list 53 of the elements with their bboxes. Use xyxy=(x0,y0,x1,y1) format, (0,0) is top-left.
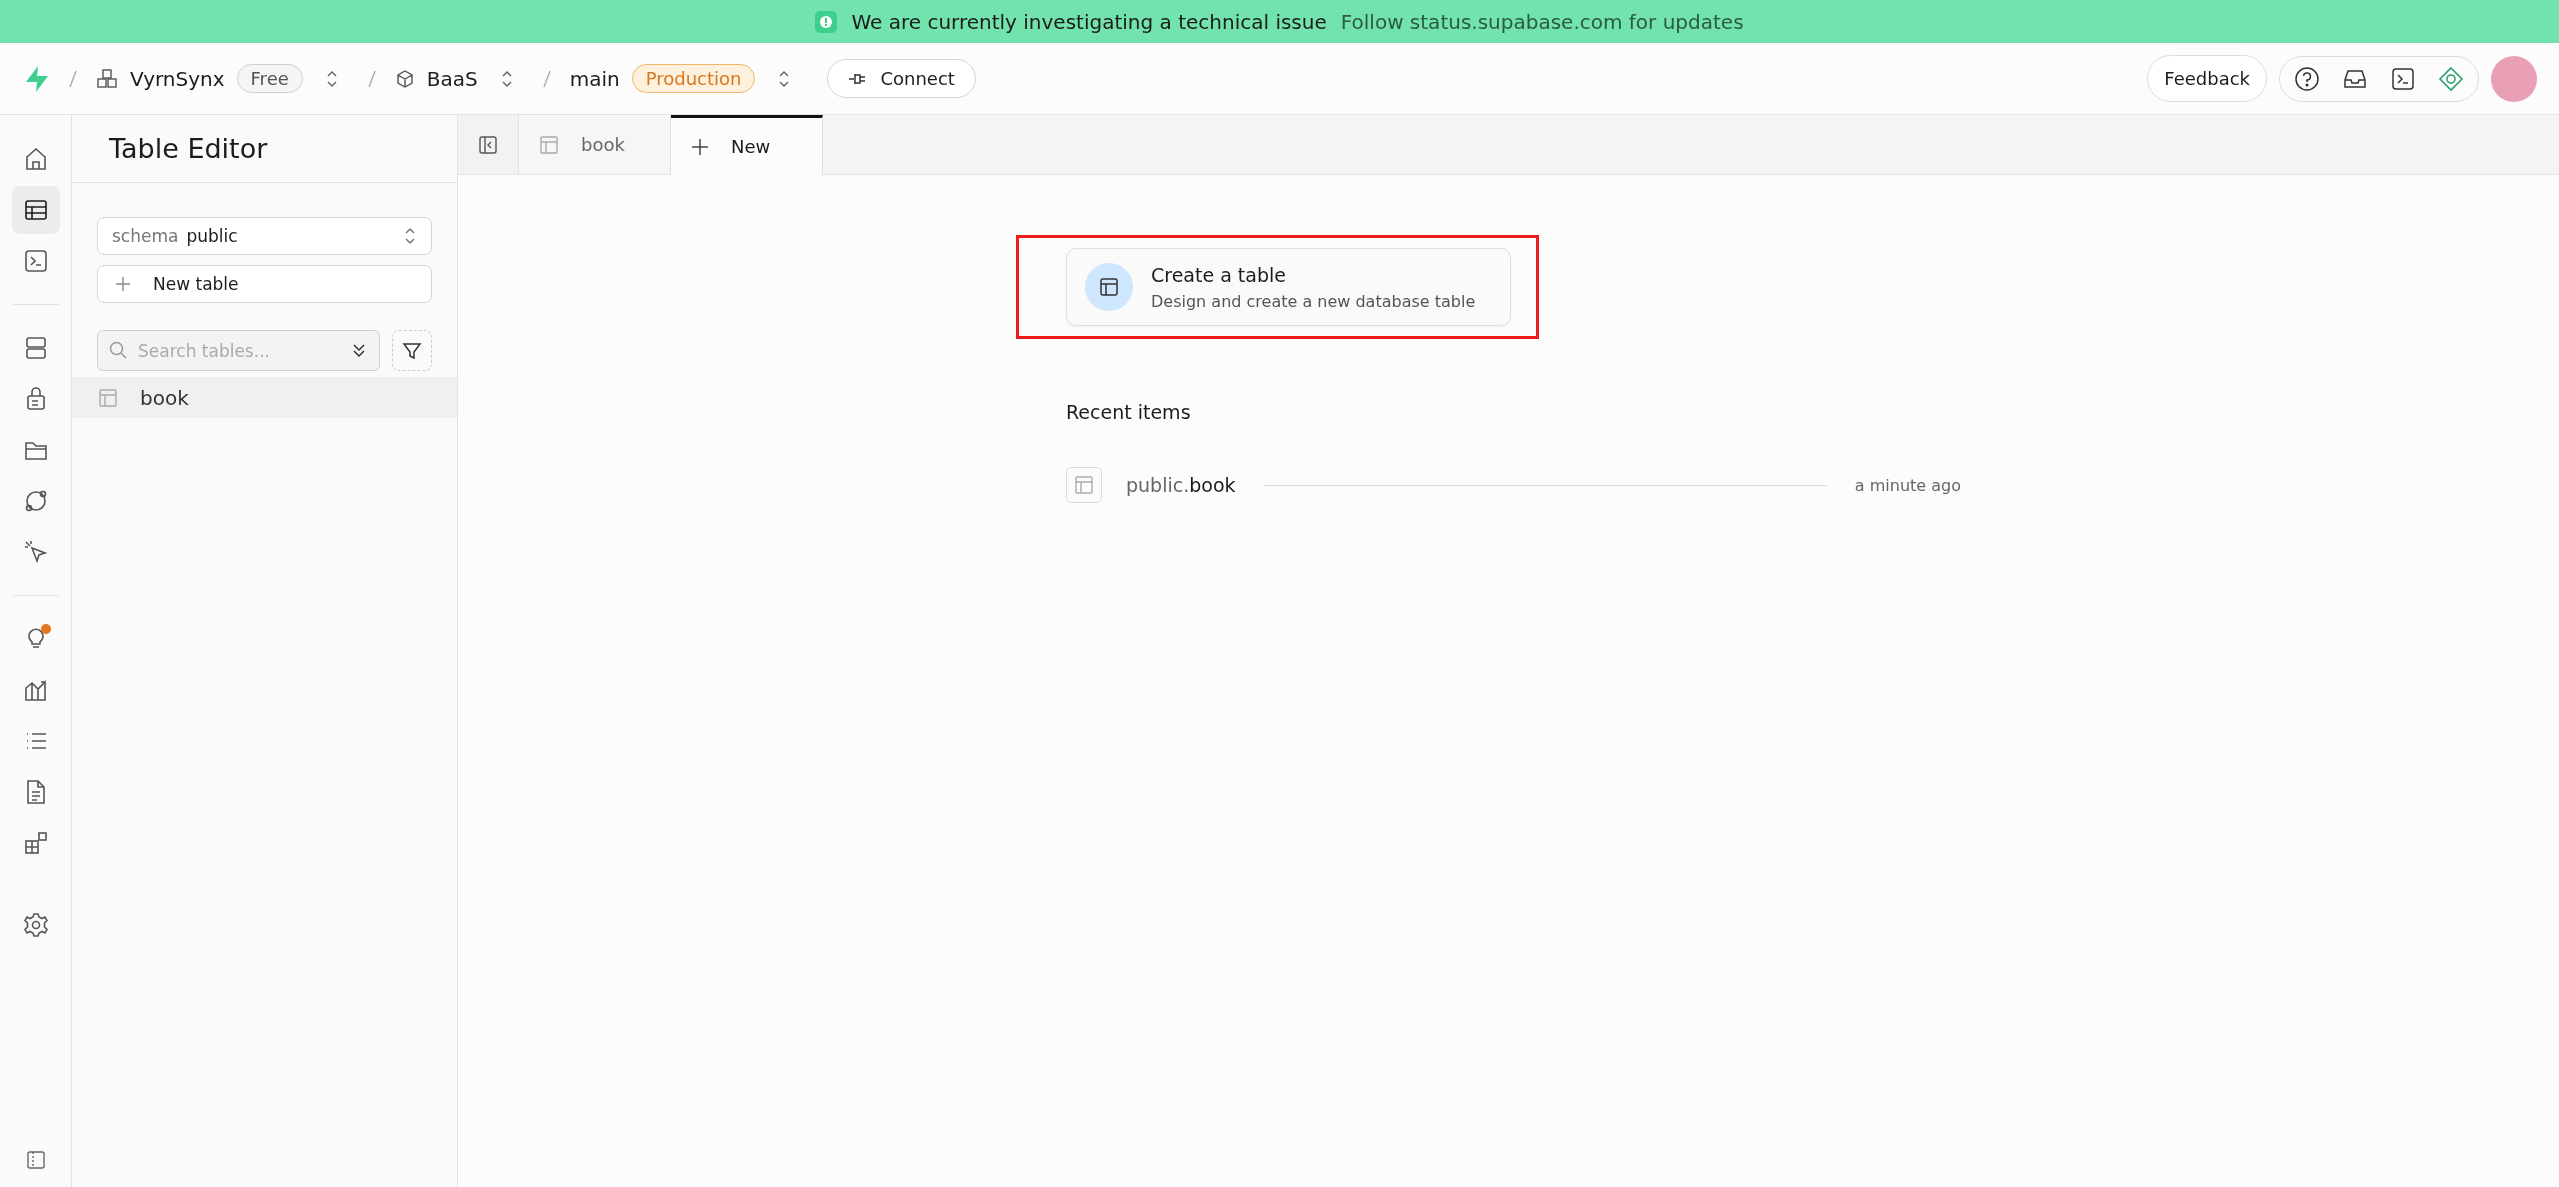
separator-icon xyxy=(541,68,552,89)
chevron-updown-icon[interactable] xyxy=(324,68,339,89)
table-icon xyxy=(539,134,559,155)
info-icon xyxy=(815,10,838,33)
terminal-icon[interactable] xyxy=(2390,65,2416,92)
new-tab[interactable]: New xyxy=(671,115,823,175)
diamond-icon[interactable] xyxy=(2438,65,2464,92)
table-nav-button[interactable] xyxy=(11,186,60,234)
cubes-icon xyxy=(96,67,118,90)
banner-message: We are currently investigating a technical issue xyxy=(851,9,1327,34)
sidebar-collapse-icon xyxy=(478,134,498,155)
chart-icon xyxy=(22,677,49,703)
table-name[interactable]: book xyxy=(140,385,189,410)
table-icon xyxy=(1085,263,1133,311)
connect-button[interactable]: Connect xyxy=(827,59,976,98)
plan-badge: Free xyxy=(236,64,303,93)
cube-icon xyxy=(394,68,415,89)
help-icon[interactable] xyxy=(2294,65,2320,92)
separator-icon xyxy=(366,68,377,89)
terminal-icon xyxy=(22,248,49,274)
settings-icon xyxy=(22,912,49,938)
separator-icon xyxy=(68,68,78,89)
recent-item-link[interactable]: public.book xyxy=(1126,474,1236,496)
new-table-button[interactable]: New table xyxy=(97,265,432,303)
card-description: Design and create a new database table xyxy=(1151,291,1476,311)
organization-name[interactable]: VyrnSynx xyxy=(130,66,225,91)
chevron-updown-icon xyxy=(403,226,417,246)
chevron-updown-icon[interactable] xyxy=(499,68,514,89)
table-icon xyxy=(22,197,49,223)
double-chevron-icon[interactable] xyxy=(350,341,368,359)
feedback-button[interactable]: Feedback xyxy=(2147,55,2267,102)
table-icon xyxy=(1066,467,1102,503)
schema-selector[interactable]: schema public xyxy=(97,217,432,255)
section-heading: Recent items xyxy=(1066,401,1192,423)
plus-icon xyxy=(115,276,131,292)
panel-layout-icon[interactable] xyxy=(24,1149,47,1171)
cursor-icon xyxy=(22,539,49,565)
branch-name[interactable]: main xyxy=(569,66,620,91)
create-table-card[interactable]: Create a table Design and create a new database table xyxy=(1066,248,1511,326)
plus-icon xyxy=(691,137,709,156)
table-list-row[interactable]: book xyxy=(72,377,457,418)
environment-badge: Production xyxy=(631,64,756,93)
filter-button[interactable] xyxy=(392,330,432,371)
timestamp: a minute ago xyxy=(1854,475,1961,495)
filter-icon xyxy=(402,340,422,361)
table-icon xyxy=(98,387,118,408)
chevron-updown-icon[interactable] xyxy=(777,68,792,89)
project-name[interactable]: BaaS xyxy=(426,66,478,91)
banner-link[interactable]: Follow status.supabase.com for updates xyxy=(1340,9,1744,34)
panel-title: Table Editor xyxy=(72,115,457,183)
blocks-icon xyxy=(22,830,49,856)
search-field[interactable]: Search tables... xyxy=(97,330,380,371)
card-title: Create a table xyxy=(1151,263,1287,286)
